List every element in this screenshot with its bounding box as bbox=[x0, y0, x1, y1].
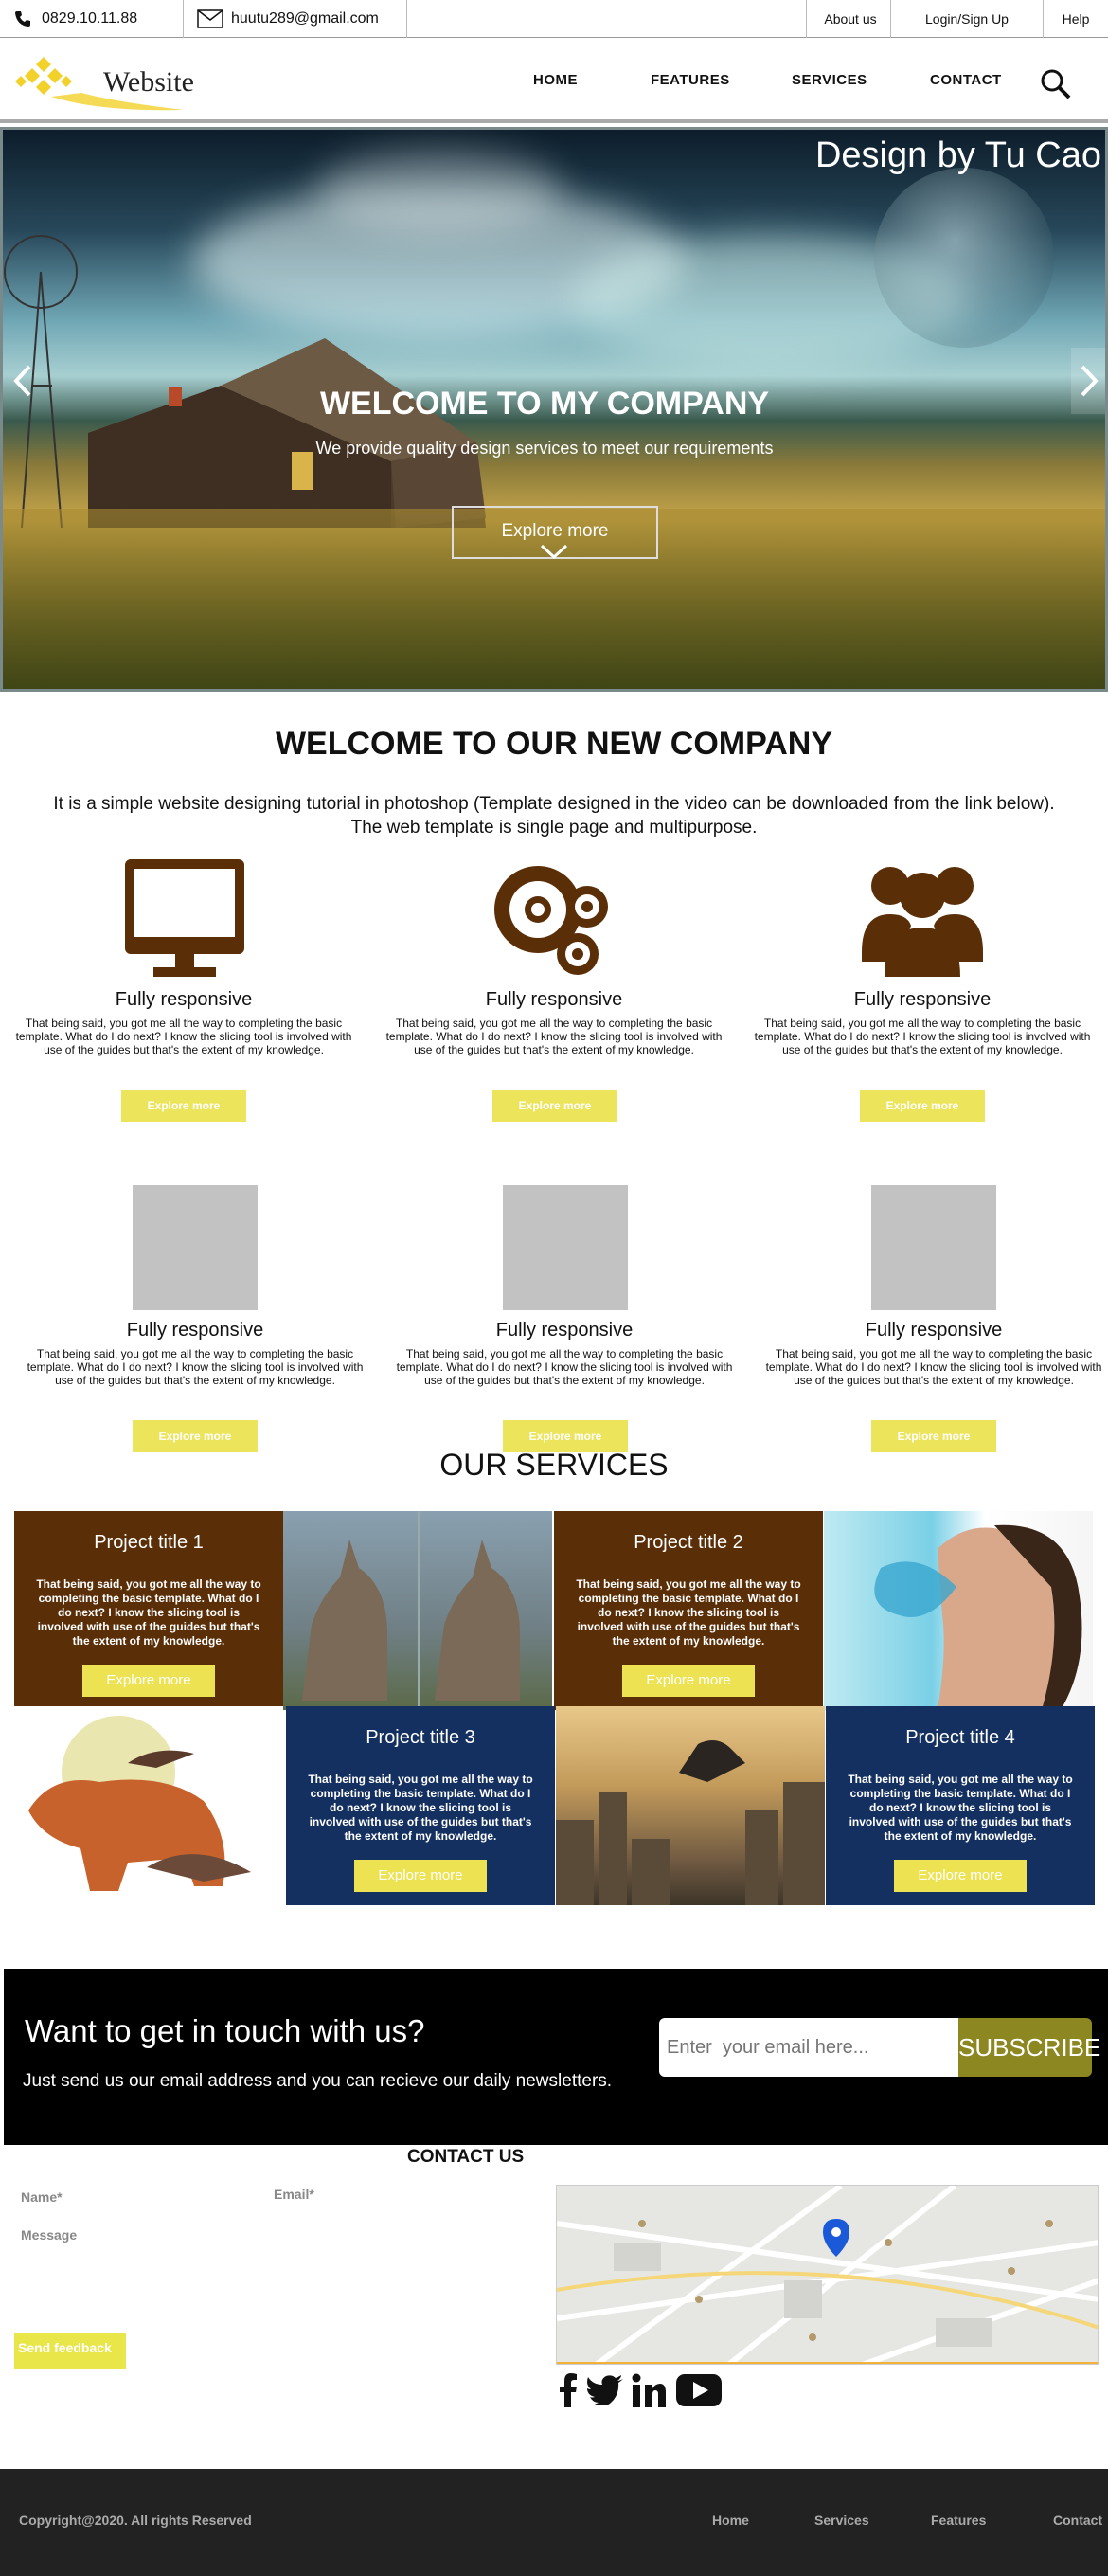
feature-title: Fully responsive bbox=[115, 989, 253, 1010]
footer-link-services[interactable]: Services bbox=[814, 2513, 869, 2528]
moon bbox=[874, 168, 1054, 348]
feature-title: Fully responsive bbox=[495, 1320, 634, 1341]
contact-title: CONTACT US bbox=[407, 2147, 525, 2167]
phone-icon bbox=[13, 0, 42, 38]
subscribe-button[interactable]: SUBSCRIBE bbox=[958, 2018, 1100, 2077]
help-link[interactable]: Help bbox=[1044, 0, 1108, 38]
feature-card: Fully responsive That being said, you go… bbox=[742, 989, 1102, 1056]
email-subscribe-input[interactable] bbox=[659, 2018, 960, 2077]
twitter-icon[interactable] bbox=[585, 2375, 623, 2408]
hero-slider: Design by Tu Cao WELCOME TO MY COMPANY W… bbox=[0, 127, 1108, 692]
feature-card: Fully responsive That being said, you go… bbox=[4, 989, 364, 1056]
email-subscribe-field[interactable] bbox=[659, 2018, 960, 2077]
feature-description: That being said, you got me all the way … bbox=[396, 1347, 733, 1387]
house bbox=[79, 329, 524, 528]
feature-explore-button[interactable]: Explore more bbox=[860, 1090, 985, 1122]
feature-description: That being said, you got me all the way … bbox=[385, 1017, 723, 1056]
bear-illustration bbox=[14, 1706, 283, 1905]
project-title: Project title 2 bbox=[634, 1532, 743, 1553]
services-title: OUR SERVICES bbox=[439, 1448, 669, 1482]
feature-explore-button[interactable]: Explore more bbox=[492, 1090, 617, 1122]
hero-credit: Design by Tu Cao bbox=[814, 135, 1101, 175]
footer-link-contact[interactable]: Contact bbox=[1053, 2513, 1102, 2528]
nav-home[interactable]: HOME bbox=[533, 38, 578, 123]
gears-icon bbox=[492, 857, 617, 981]
image-placeholder bbox=[503, 1185, 628, 1310]
email-address[interactable]: huutu289@gmail.com bbox=[231, 0, 379, 38]
youtube-icon[interactable] bbox=[676, 2372, 722, 2408]
project-description: That being said, you got me all the way … bbox=[36, 1577, 261, 1648]
nav-features[interactable]: FEATURES bbox=[651, 38, 730, 123]
feature-card: Fully responsive That being said, you go… bbox=[384, 1320, 744, 1387]
hero-subtitle: We provide quality design services to me… bbox=[315, 439, 774, 458]
image-placeholder bbox=[133, 1185, 258, 1310]
project-card: Project title 2 That being said, you got… bbox=[554, 1511, 823, 1710]
project-card: Project title 1 That being said, you got… bbox=[14, 1511, 283, 1710]
feature-card: Fully responsive That being said, you go… bbox=[754, 1320, 1108, 1387]
logo[interactable]: Website bbox=[13, 55, 203, 112]
feature-explore-button[interactable]: Explore more bbox=[121, 1090, 246, 1122]
footer-link-home[interactable]: Home bbox=[712, 2513, 749, 2528]
wolf-image bbox=[283, 1511, 552, 1710]
phone-number: 0829.10.11.88 bbox=[42, 10, 138, 27]
project-explore-button[interactable]: Explore more bbox=[354, 1860, 487, 1892]
welcome-title: WELCOME TO OUR NEW COMPANY bbox=[275, 726, 833, 762]
feature-title: Fully responsive bbox=[865, 1320, 1003, 1341]
woman-splash-image bbox=[824, 1511, 1093, 1710]
hero-explore-label: Explore more bbox=[501, 521, 609, 541]
project-title: Project title 4 bbox=[905, 1727, 1015, 1748]
project-description: That being said, you got me all the way … bbox=[576, 1577, 801, 1648]
nav-services[interactable]: SERVICES bbox=[792, 38, 867, 123]
project-card: Project title 4 That being said, you got… bbox=[826, 1706, 1095, 1905]
next-slide-arrow[interactable] bbox=[1071, 348, 1105, 414]
email-field-label[interactable]: Email* bbox=[274, 2187, 314, 2202]
map-pin-icon bbox=[823, 2219, 849, 2257]
project-title: Project title 1 bbox=[94, 1532, 204, 1553]
footer-link-features[interactable]: Features bbox=[931, 2513, 986, 2528]
project-card: Project title 3 That being said, you got… bbox=[286, 1706, 555, 1905]
feature-title: Fully responsive bbox=[126, 1320, 264, 1341]
newsletter-section: Want to get in touch with us? Just send … bbox=[4, 1969, 1108, 2145]
search-icon[interactable] bbox=[1040, 68, 1072, 100]
feature-card: Fully responsive That being said, you go… bbox=[374, 989, 734, 1056]
welcome-text: It is a simple website designing tutoria… bbox=[0, 792, 1108, 839]
linkedin-icon[interactable] bbox=[632, 2373, 666, 2407]
feature-description: That being said, you got me all the way … bbox=[15, 1017, 352, 1056]
project-description: That being said, you got me all the way … bbox=[848, 1773, 1073, 1843]
copyright-text: Copyright@2020. All rights Reserved bbox=[19, 2513, 252, 2528]
message-field-label[interactable]: Message bbox=[21, 2227, 77, 2243]
facebook-icon[interactable] bbox=[559, 2373, 578, 2407]
feature-card: Fully responsive That being said, you go… bbox=[15, 1320, 375, 1387]
prev-slide-arrow[interactable] bbox=[9, 348, 37, 414]
welcome-text-line-1: It is a simple website designing tutoria… bbox=[53, 794, 1055, 814]
city-jumper-image bbox=[556, 1706, 825, 1905]
project-description: That being said, you got me all the way … bbox=[308, 1773, 533, 1843]
map[interactable] bbox=[556, 2185, 1099, 2365]
project-title: Project title 3 bbox=[366, 1727, 475, 1748]
login-signup-link[interactable]: Login/Sign Up bbox=[891, 0, 1043, 38]
top-bar: 0829.10.11.88 huutu289@gmail.com About u… bbox=[0, 0, 1108, 38]
newsletter-text: Just send us our email address and you c… bbox=[23, 2071, 613, 2091]
name-field-label[interactable]: Name* bbox=[21, 2189, 63, 2205]
users-icon bbox=[860, 857, 985, 981]
project-explore-button[interactable]: Explore more bbox=[894, 1860, 1027, 1892]
chevron-down-icon[interactable] bbox=[540, 544, 568, 561]
newsletter-title: Want to get in touch with us? bbox=[25, 2013, 425, 2048]
hero-title: WELCOME TO MY COMPANY bbox=[319, 386, 770, 422]
project-explore-button[interactable]: Explore more bbox=[622, 1665, 755, 1697]
image-placeholder bbox=[871, 1185, 996, 1310]
project-explore-button[interactable]: Explore more bbox=[82, 1665, 215, 1697]
nav-contact[interactable]: CONTACT bbox=[930, 38, 1002, 123]
feature-title: Fully responsive bbox=[485, 989, 623, 1010]
feature-description: That being said, you got me all the way … bbox=[754, 1017, 1091, 1056]
welcome-text-line-2: The web template is single page and mult… bbox=[350, 818, 758, 838]
send-feedback-button[interactable]: Send feedback bbox=[14, 2333, 126, 2369]
feature-title: Fully responsive bbox=[853, 989, 992, 1010]
feature-description: That being said, you got me all the way … bbox=[27, 1347, 364, 1387]
monitor-icon bbox=[123, 857, 246, 981]
feature-description: That being said, you got me all the way … bbox=[765, 1347, 1102, 1387]
about-us-link[interactable]: About us bbox=[811, 0, 890, 38]
envelope-icon bbox=[197, 0, 227, 38]
logo-text: Website bbox=[103, 66, 194, 98]
